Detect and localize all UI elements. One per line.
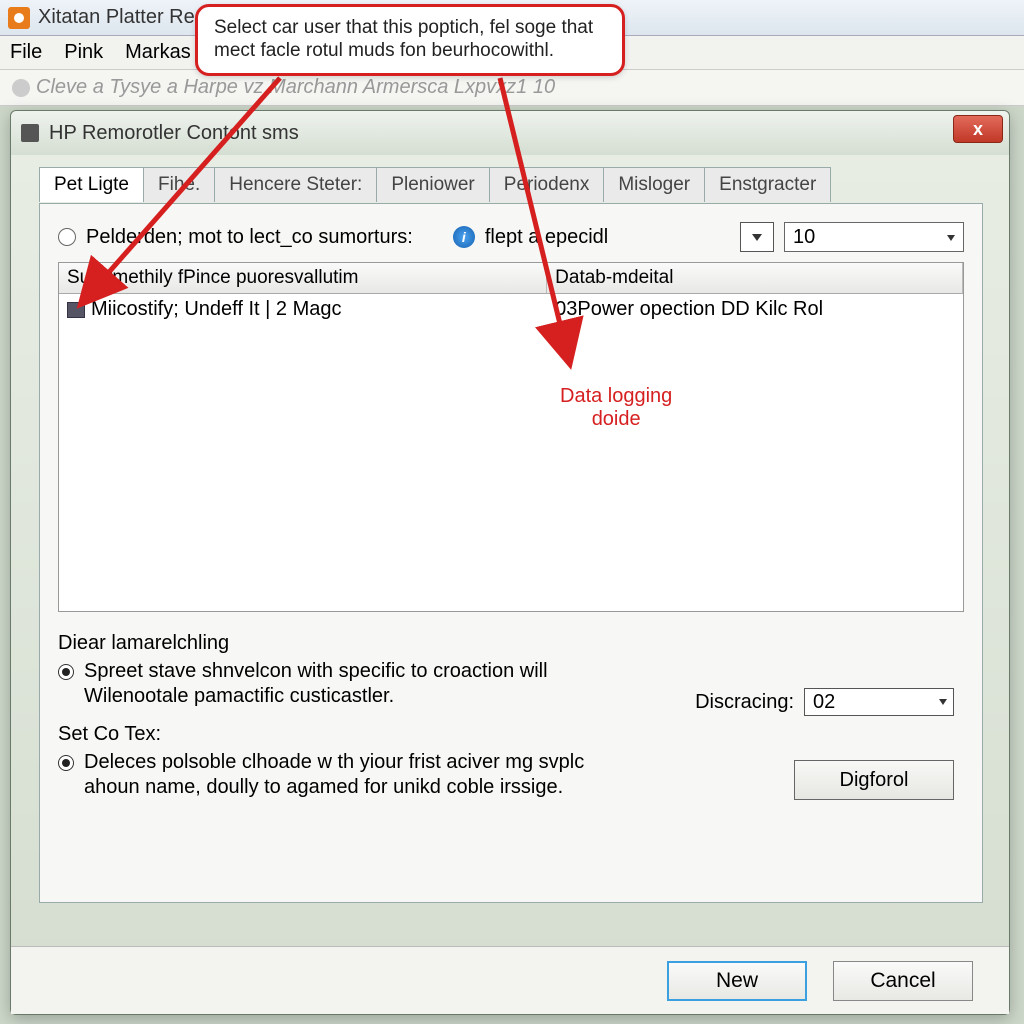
- radio-pelderden[interactable]: [58, 228, 76, 246]
- cell-2: 03Power opection DD Kilc Rol: [555, 298, 823, 321]
- row-icon: [67, 302, 85, 318]
- info-label: flept a epecidl: [485, 226, 608, 249]
- new-button[interactable]: New: [667, 961, 807, 1001]
- tab-pet-ligte[interactable]: Pet Ligte: [39, 167, 144, 202]
- dialog-window: HP Remorotler Contont sms x Pet Ligte Fi…: [10, 110, 1010, 1015]
- breadcrumb-icon: [12, 79, 30, 97]
- dialog-title: HP Remorotler Contont sms: [49, 122, 299, 145]
- tab-fihe[interactable]: Fihe.: [143, 167, 215, 202]
- tab-hencere-steter[interactable]: Hencere Steter:: [214, 167, 377, 202]
- radio-group1-label: Spreet stave shnvelcon with specific to …: [84, 659, 624, 709]
- menu-pink[interactable]: Pink: [64, 41, 103, 64]
- group1-title: Diear lamarelchling: [58, 632, 964, 655]
- tab-misloger[interactable]: Misloger: [603, 167, 705, 202]
- info-icon: i: [453, 226, 475, 248]
- radio-group1-option[interactable]: [58, 664, 74, 680]
- tab-row: Pet Ligte Fihe. Hencere Steter: Pleniowe…: [39, 167, 1009, 202]
- number-field[interactable]: 10: [784, 222, 964, 252]
- tab-pleniower[interactable]: Pleniower: [376, 167, 489, 202]
- radio-group2-label: Deleces polsoble clhoade w th yiour fris…: [84, 750, 624, 800]
- list-header: Sutermethily fPince puoresvallutim Datab…: [59, 263, 963, 294]
- cell-1: Miicostify; Undeff It | 2 Magc: [91, 298, 341, 321]
- menu-markas[interactable]: Markas: [125, 41, 191, 64]
- tab-periodenx[interactable]: Periodenx: [489, 167, 605, 202]
- app-title: Xitatan Platter Re: [38, 6, 195, 29]
- discracing-field[interactable]: 02: [804, 688, 954, 716]
- annotation-text: Data logging doide: [560, 385, 672, 431]
- list-view: Sutermethily fPince puoresvallutim Datab…: [58, 262, 964, 612]
- cancel-button[interactable]: Cancel: [833, 961, 973, 1001]
- app-icon: [8, 7, 30, 29]
- dialog-titlebar: HP Remorotler Contont sms x: [11, 111, 1009, 155]
- dialog-footer: New Cancel: [11, 946, 1009, 1014]
- column-header-1[interactable]: Sutermethily fPince puoresvallutim: [59, 263, 547, 293]
- discracing-label: Discracing:: [695, 691, 794, 714]
- dropdown-toggle[interactable]: [740, 222, 774, 252]
- panel-top-row: Pelderden; mot to lect_co sumorturs: i f…: [58, 222, 964, 252]
- group2-title: Set Co Tex:: [58, 723, 964, 746]
- dialog-icon: [21, 124, 39, 142]
- close-button[interactable]: x: [953, 115, 1003, 143]
- menu-file[interactable]: File: [10, 41, 42, 64]
- breadcrumb-text: Cleve a Tysye a Harpe vz Marchann Armers…: [36, 76, 555, 99]
- digforol-button[interactable]: Digforol: [794, 760, 954, 800]
- callout-bubble: Select car user that this poptich, fel s…: [195, 4, 625, 76]
- column-header-2[interactable]: Datab-mdeital: [547, 263, 963, 293]
- list-row[interactable]: Miicostify; Undeff It | 2 Magc 03Power o…: [59, 294, 963, 325]
- discracing-row: Discracing: 02: [695, 688, 954, 716]
- radio-group2-option[interactable]: [58, 755, 74, 771]
- tab-panel: Pelderden; mot to lect_co sumorturs: i f…: [39, 203, 983, 903]
- radio-pelderden-label: Pelderden; mot to lect_co sumorturs:: [86, 226, 413, 249]
- tab-enstgracter[interactable]: Enstgracter: [704, 167, 831, 202]
